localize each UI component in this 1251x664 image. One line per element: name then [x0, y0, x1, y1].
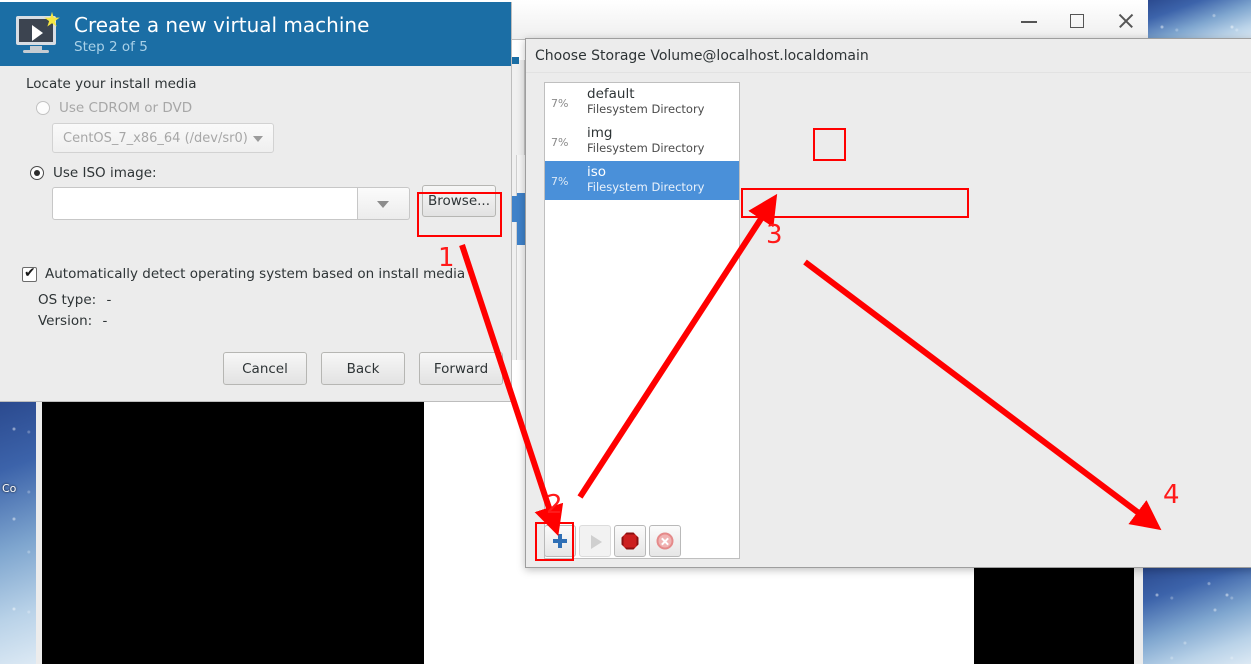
background-black-panel-right	[974, 568, 1134, 664]
use-cdrom-label: Use CDROM or DVD	[59, 100, 193, 116]
chevron-down-icon	[377, 201, 389, 208]
host-window-titlebar	[504, 0, 1148, 40]
desktop-panel-right	[1134, 568, 1143, 664]
autodetect-os-checkbox[interactable]	[22, 265, 37, 282]
add-pool-button[interactable]	[544, 525, 576, 557]
pool-toolbar	[544, 525, 681, 557]
pool-list-item[interactable]: 7% img Filesystem Directory	[545, 122, 739, 161]
cdrom-device-combo[interactable]: CentOS_7_x86_64 (/dev/sr0)	[52, 123, 274, 153]
screen-root: Co e √i ] Create a new virtual machine	[0, 0, 1251, 664]
delete-pool-button[interactable]	[649, 525, 681, 557]
choose-storage-volume-dialog: Choose Storage Volume@localhost.localdom…	[525, 38, 1251, 568]
wizard-title: Create a new virtual machine	[74, 12, 370, 37]
storage-pool-list[interactable]: 7% default Filesystem Directory 7% img F…	[544, 82, 740, 559]
autodetect-os-row[interactable]: Automatically detect operating system ba…	[22, 265, 466, 282]
os-version-row: Version: -	[38, 313, 107, 329]
start-pool-button[interactable]	[579, 525, 611, 557]
os-version-label: Version:	[38, 313, 93, 329]
maximize-icon	[1070, 14, 1084, 28]
maximize-button[interactable]	[1066, 9, 1088, 31]
wizard-back-button[interactable]: Back	[321, 352, 405, 385]
autodetect-os-label: Automatically detect operating system ba…	[45, 266, 466, 282]
use-iso-radio[interactable]	[30, 166, 44, 180]
desktop-icon-label: Co	[2, 482, 17, 495]
wizard-forward-button[interactable]: Forward	[419, 352, 503, 385]
pool-type: Filesystem Directory	[587, 141, 705, 155]
stop-pool-button[interactable]	[614, 525, 646, 557]
desktop-wallpaper-right-bottom	[1143, 568, 1251, 664]
os-type-label: OS type:	[38, 292, 97, 308]
chevron-down-icon	[253, 136, 263, 142]
use-cdrom-radio-row[interactable]: Use CDROM or DVD	[36, 100, 192, 116]
locate-media-label: Locate your install media	[26, 76, 197, 92]
iso-path-input[interactable]	[52, 187, 358, 220]
wizard-body: Locate your install media Use CDROM or D…	[0, 66, 511, 402]
use-iso-label: Use ISO image:	[53, 165, 157, 181]
minimize-button[interactable]	[1018, 9, 1040, 31]
pool-usage-percent: 7%	[551, 175, 569, 188]
pool-name: default	[587, 86, 635, 102]
browse-button[interactable]: Browse...	[422, 185, 496, 217]
wizard-step-label: Step 2 of 5	[74, 38, 148, 55]
add-pool-icon	[552, 533, 568, 549]
os-version-value: -	[102, 313, 108, 329]
wizard-button-row: Cancel Back Forward	[0, 352, 512, 385]
start-pool-icon	[591, 535, 602, 549]
storage-dialog-title: Choose Storage Volume@localhost.localdom…	[535, 48, 869, 64]
minimize-icon	[1021, 21, 1037, 23]
pool-list-item-selected[interactable]: 7% iso Filesystem Directory	[545, 161, 739, 200]
create-vm-wizard-window: Create a new virtual machine Step 2 of 5…	[0, 2, 512, 402]
os-type-value: -	[106, 292, 112, 308]
stop-pool-icon	[621, 532, 639, 550]
background-black-panel-left	[42, 402, 424, 664]
wizard-cancel-button[interactable]: Cancel	[223, 352, 307, 385]
pool-list-item[interactable]: 7% default Filesystem Directory	[545, 83, 739, 122]
virtual-machine-icon	[10, 12, 62, 56]
pool-usage-percent: 7%	[551, 136, 569, 149]
pool-usage-percent: 7%	[551, 97, 569, 110]
iso-path-dropdown[interactable]	[358, 187, 410, 220]
pool-type: Filesystem Directory	[587, 180, 705, 194]
use-iso-radio-row[interactable]: Use ISO image:	[30, 165, 157, 181]
wizard-header: Create a new virtual machine Step 2 of 5	[0, 2, 511, 66]
os-type-row: OS type: -	[38, 292, 111, 308]
desktop-wallpaper-left	[0, 402, 36, 664]
close-button[interactable]	[1114, 9, 1136, 31]
delete-pool-icon	[656, 532, 674, 550]
use-cdrom-radio[interactable]	[36, 101, 50, 115]
desktop-wallpaper-right-top	[1148, 0, 1251, 40]
pool-name: iso	[587, 164, 607, 180]
cdrom-device-value: CentOS_7_x86_64 (/dev/sr0)	[63, 130, 248, 146]
pool-name: img	[587, 125, 613, 141]
pool-type: Filesystem Directory	[587, 102, 705, 116]
background-scrollbar-track[interactable]	[516, 155, 525, 360]
